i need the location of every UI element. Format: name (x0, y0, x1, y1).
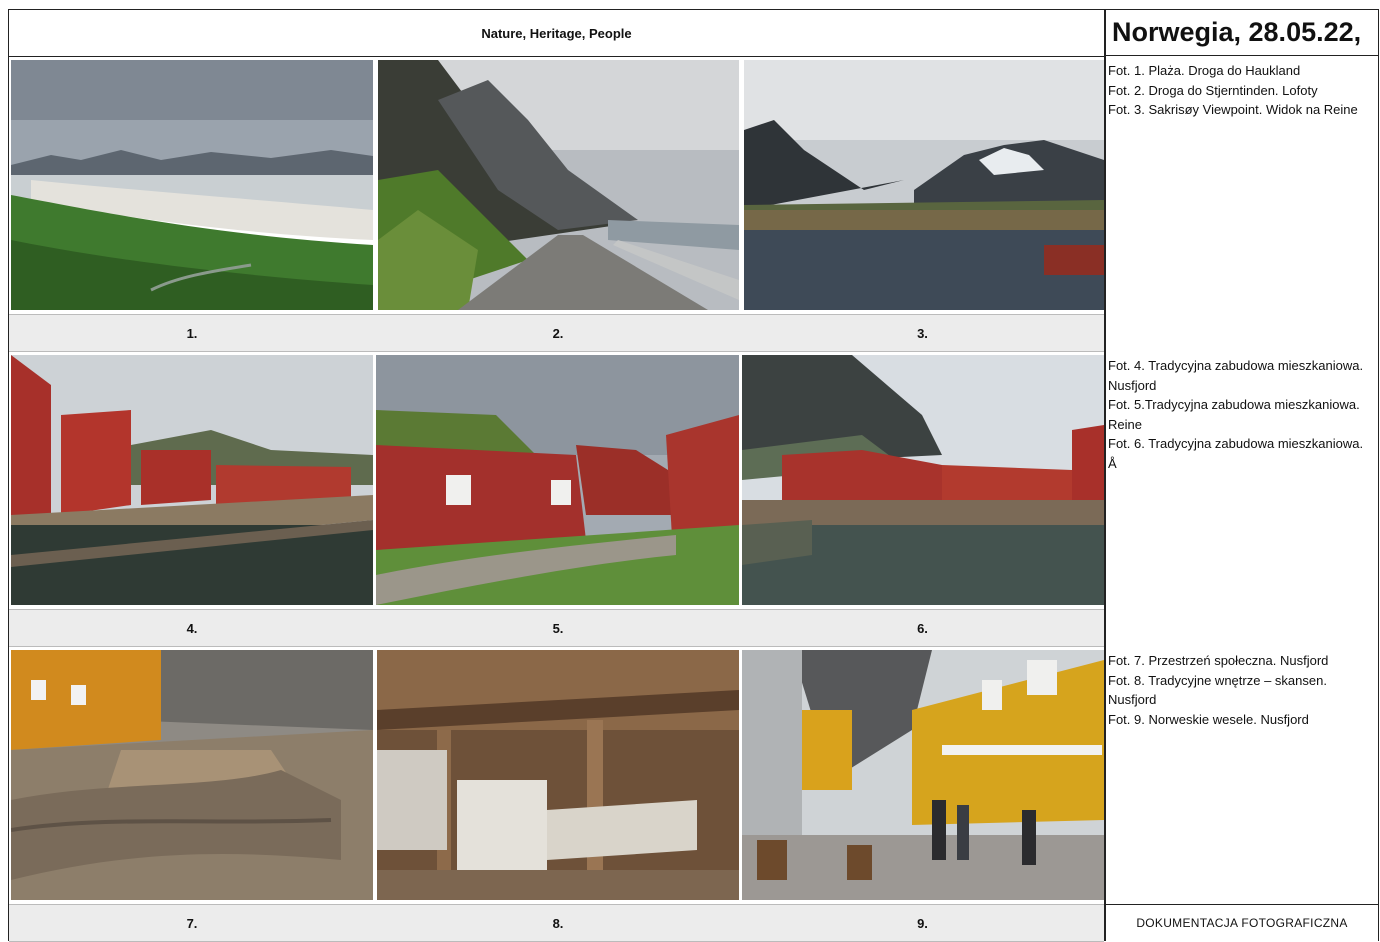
caption-photo-2: Fot. 2. Droga do Stjerntinden. Lofoty (1108, 82, 1318, 98)
column-divider (1104, 10, 1106, 940)
caption-photo-9: Fot. 9. Norweskie wesele. Nusfjord (1108, 711, 1309, 727)
page-subtitle: Nature, Heritage, People (9, 10, 1104, 57)
photo-3-reine[interactable] (744, 60, 1104, 310)
documentation-label: DOKUMENTACJA FOTOGRAFICZNA (1106, 904, 1378, 941)
photo-number-7: 7. (186, 915, 198, 931)
caption-photo-7: Fot. 7. Przestrzeń społeczna. Nusfjord (1108, 653, 1329, 668)
photo-number-5: 5. (552, 620, 564, 636)
photo-number-bar-row1: 1. 2. 3. (9, 314, 1104, 352)
caption-photo-4: Fot. 4. Tradycyjna zabudowa mieszkaniowa… (1108, 358, 1364, 393)
photo-number-2: 2. (552, 325, 564, 341)
photo-number-6: 6. (917, 620, 928, 636)
caption-group-1: Fot. 1. Plaża. Droga do Haukland Fot. 2.… (1108, 61, 1368, 120)
caption-group-3: Fot. 7. Przestrzeń społeczna. Nusfjord F… (1108, 651, 1368, 729)
caption-photo-1: Fot. 1. Plaża. Droga do Haukland (1108, 63, 1301, 78)
photo-2-road[interactable] (378, 60, 739, 310)
photo-number-8: 8. (552, 915, 564, 931)
caption-photo-8: Fot. 8. Tradycyjne wnętrze – skansen. Nu… (1108, 672, 1327, 708)
photo-5-reine-houses[interactable] (376, 355, 739, 605)
photo-number-bar-row3: 7. 8. 9. (9, 904, 1104, 942)
caption-photo-6: Fot. 6. Tradycyjna zabudowa mieszkaniowa… (1108, 436, 1364, 471)
photo-4-nusfjord-houses[interactable] (11, 355, 373, 605)
photo-1-beach[interactable] (11, 60, 373, 310)
photo-number-1: 1. (186, 325, 198, 341)
caption-photo-3: Fot. 3. Sakrisøy Viewpoint. Widok na Rei… (1108, 102, 1358, 118)
photo-number-4: 4. (186, 620, 198, 636)
caption-group-2: Fot. 4. Tradycyjna zabudowa mieszkaniowa… (1108, 356, 1368, 474)
photo-number-bar-row2: 4. 5. 6. (9, 609, 1104, 647)
photo-number-9: 9. (917, 915, 928, 931)
photo-9-wedding[interactable] (742, 650, 1104, 900)
caption-photo-5: Fot. 5.Tradycyjna zabudowa mieszkaniowa.… (1108, 397, 1360, 432)
photo-8-interior[interactable] (377, 650, 739, 900)
photo-number-3: 3. (917, 325, 928, 341)
page-title: Norwegia, 28.05.22, (1106, 10, 1378, 56)
photo-6-a-village[interactable] (742, 355, 1104, 605)
photo-7-social-space[interactable] (11, 650, 373, 900)
